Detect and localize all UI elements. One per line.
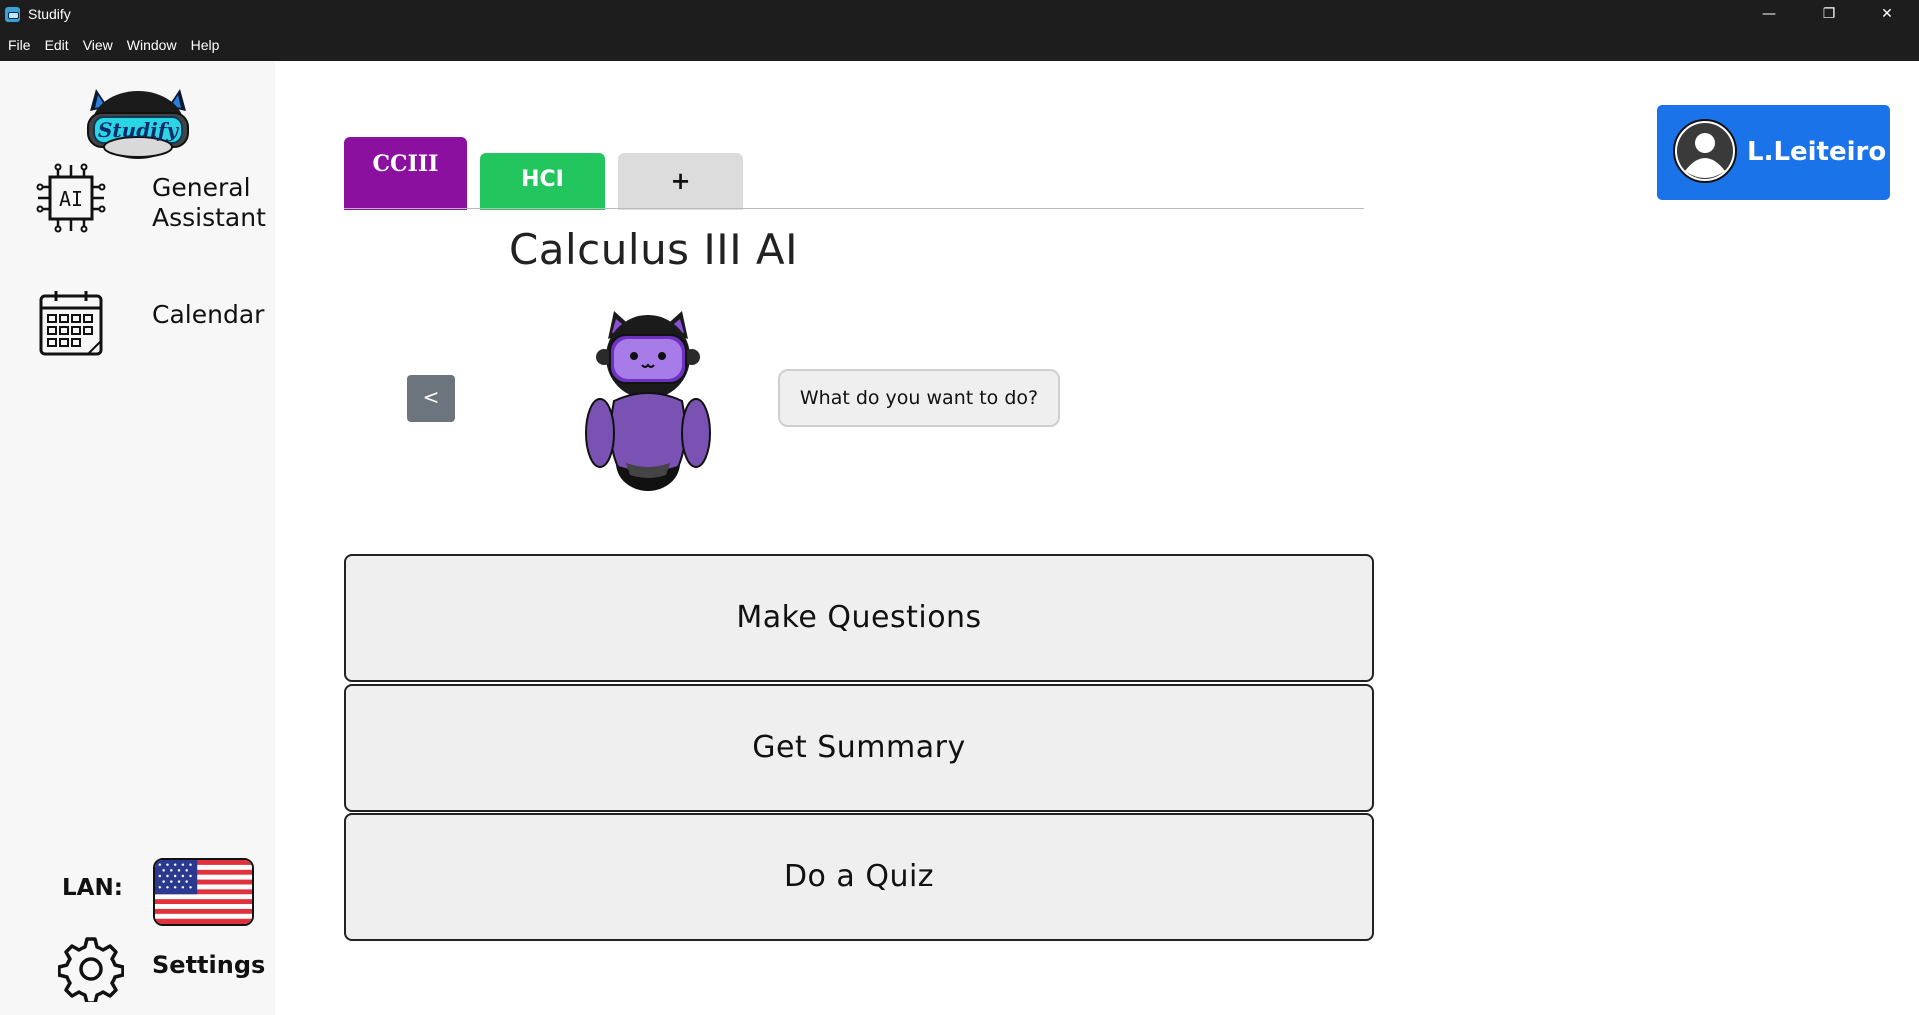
- tab-cciii[interactable]: CCIII: [344, 137, 467, 210]
- assistant-speech-bubble: What do you want to do?: [778, 369, 1060, 427]
- settings-button[interactable]: Settings: [152, 951, 265, 979]
- svg-text:Studify: Studify: [98, 118, 179, 142]
- mascot-cat-robot-icon: [585, 311, 711, 491]
- page-title: Calculus III AI: [344, 225, 1631, 274]
- window-title: Studify: [28, 6, 71, 22]
- svg-text:AI: AI: [59, 187, 83, 211]
- menu-file[interactable]: File: [0, 30, 38, 61]
- sidebar-item-calendar[interactable]: Calendar: [36, 288, 264, 358]
- language-label: LAN:: [62, 875, 123, 901]
- menu-help[interactable]: Help: [184, 30, 227, 61]
- app-icon: [5, 7, 20, 22]
- user-avatar-icon: [1673, 119, 1737, 183]
- calendar-icon: [39, 291, 103, 356]
- gear-icon[interactable]: [58, 936, 124, 1002]
- make-questions-button[interactable]: Make Questions: [344, 554, 1374, 682]
- do-a-quiz-button[interactable]: Do a Quiz: [344, 813, 1374, 941]
- back-button[interactable]: <: [407, 375, 455, 422]
- menu-bar: File Edit View Window Help: [0, 30, 1919, 61]
- studify-logo[interactable]: Studify: [82, 81, 194, 163]
- menu-window[interactable]: Window: [120, 30, 184, 61]
- tab-divider: [344, 208, 1364, 209]
- menu-edit[interactable]: Edit: [38, 30, 76, 61]
- sidebar-item-label: General: [152, 173, 251, 202]
- restore-button[interactable]: ❐: [1800, 0, 1858, 30]
- sidebar: Studify AI General Assistant Calendar LA…: [0, 61, 275, 1015]
- user-profile-button[interactable]: L.Leiteiro: [1657, 105, 1890, 200]
- close-button[interactable]: ✕: [1858, 0, 1916, 30]
- add-tab-button[interactable]: +: [618, 153, 743, 210]
- user-name: L.Leiteiro: [1747, 137, 1887, 167]
- page-title-text: Calculus III AI: [508, 225, 799, 274]
- sidebar-item-label: Calendar: [152, 300, 265, 329]
- ai-chip-icon: AI: [36, 163, 106, 233]
- get-summary-button[interactable]: Get Summary: [344, 684, 1374, 812]
- title-bar: Studify — ❐ ✕: [0, 0, 1919, 30]
- tab-hci[interactable]: HCI: [480, 153, 605, 210]
- sidebar-item-general-assistant[interactable]: AI General Assistant: [36, 163, 266, 233]
- sidebar-item-label: Assistant: [152, 203, 266, 232]
- us-flag-icon[interactable]: [153, 858, 254, 926]
- minimize-button[interactable]: —: [1740, 0, 1798, 30]
- menu-view[interactable]: View: [76, 30, 120, 61]
